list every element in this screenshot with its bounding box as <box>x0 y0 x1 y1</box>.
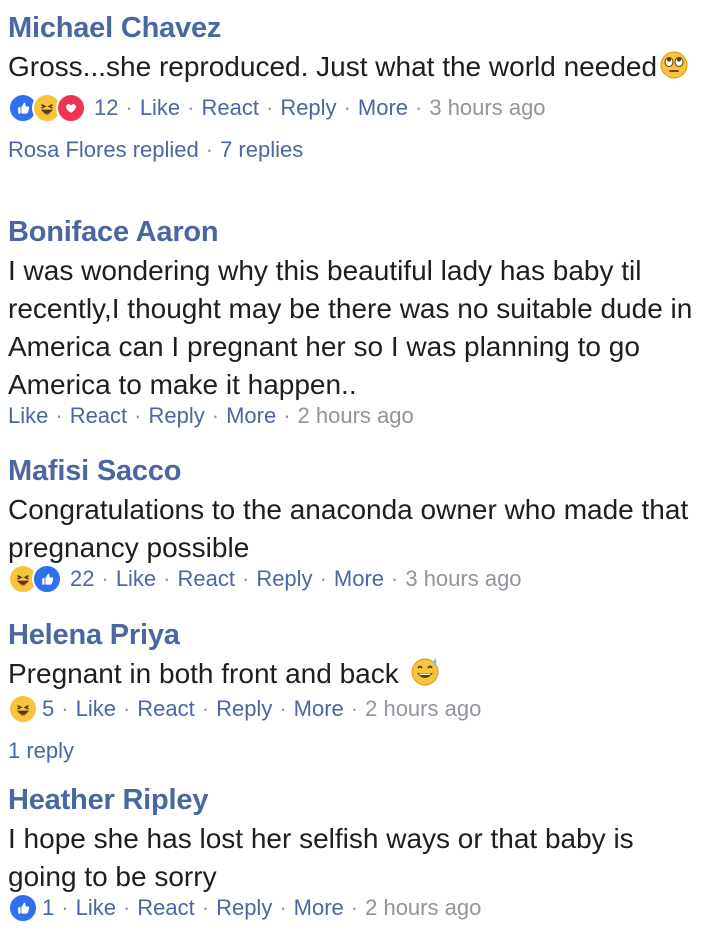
reply-link[interactable]: Reply <box>256 563 312 595</box>
react-link[interactable]: React <box>70 400 127 432</box>
separator: · <box>211 403 220 428</box>
more-link[interactable]: More <box>358 92 408 124</box>
comment-meta: Like · React · Reply · More · 2 hours ag… <box>8 400 708 432</box>
reply-link[interactable]: Reply <box>149 400 205 432</box>
reaction-icons[interactable] <box>8 564 62 594</box>
separator: · <box>61 895 69 920</box>
comment-text: Congratulations to the anaconda owner wh… <box>8 494 697 563</box>
like-link[interactable]: Like <box>76 693 116 725</box>
like-link[interactable]: Like <box>116 563 156 595</box>
separator: · <box>101 566 109 591</box>
comment-meta: 12 · Like · React · Reply · More · 3 hou… <box>8 92 708 124</box>
timestamp[interactable]: 3 hours ago <box>429 92 545 124</box>
reaction-icons[interactable] <box>8 893 38 923</box>
more-link[interactable]: More <box>226 400 276 432</box>
like-link[interactable]: Like <box>140 92 180 124</box>
comment: Michael Chavez Gross...she reproduced. J… <box>8 10 708 166</box>
like-reaction-icon <box>8 893 38 923</box>
comment-text: I hope she has lost her selfish ways or … <box>8 823 642 892</box>
separator: · <box>134 403 142 428</box>
eye-roll-emoji-icon <box>659 50 689 90</box>
separator: · <box>415 95 423 120</box>
more-link[interactable]: More <box>294 693 344 725</box>
comment-meta: 5 · Like · React · Reply · More · 2 hour… <box>8 693 708 725</box>
more-link[interactable]: More <box>294 892 344 924</box>
separator: · <box>391 566 399 591</box>
separator: · <box>241 566 250 591</box>
like-reaction-icon <box>32 564 62 594</box>
timestamp[interactable]: 2 hours ago <box>298 400 414 432</box>
separator: · <box>350 696 359 721</box>
comment-author[interactable]: Michael Chavez <box>8 10 708 46</box>
reply-link[interactable]: Reply <box>216 892 272 924</box>
react-link[interactable]: React <box>137 693 194 725</box>
comment-author[interactable]: Mafisi Sacco <box>8 453 708 489</box>
reaction-count[interactable]: 12 <box>94 92 118 124</box>
reply-link[interactable]: Reply <box>216 693 272 725</box>
comment-author[interactable]: Helena Priya <box>8 617 708 653</box>
timestamp[interactable]: 3 hours ago <box>405 563 521 595</box>
comment-text: I was wondering why this beautiful lady … <box>8 255 699 400</box>
comment-meta: 22 · Like · React · Reply · More · 3 hou… <box>8 563 708 595</box>
separator: · <box>201 895 210 920</box>
love-reaction-icon <box>56 93 86 123</box>
timestamp[interactable]: 2 hours ago <box>365 693 481 725</box>
separator: · <box>163 566 171 591</box>
separator: · <box>205 137 214 162</box>
separator: · <box>125 95 133 120</box>
comment: Mafisi Sacco Congratulations to the anac… <box>8 453 708 595</box>
separator: · <box>61 696 69 721</box>
reaction-icons[interactable] <box>8 694 38 724</box>
separator: · <box>319 566 327 591</box>
timestamp[interactable]: 2 hours ago <box>365 892 481 924</box>
replied-by[interactable]: Rosa Flores replied <box>8 137 199 162</box>
more-link[interactable]: More <box>334 563 384 595</box>
separator: · <box>201 696 210 721</box>
separator: · <box>122 696 131 721</box>
separator: · <box>279 696 287 721</box>
comment-author[interactable]: Heather Ripley <box>8 782 708 818</box>
react-link[interactable]: React <box>137 892 194 924</box>
comment-text-body: Gross...she reproduced. Just what the wo… <box>8 51 658 82</box>
separator: · <box>283 403 291 428</box>
comment: Helena Priya Pregnant in both front and … <box>8 617 708 767</box>
like-link[interactable]: Like <box>8 400 48 432</box>
react-link[interactable]: React <box>202 92 259 124</box>
separator: · <box>122 895 131 920</box>
react-link[interactable]: React <box>178 563 235 595</box>
comment: Heather Ripley I hope she has lost her s… <box>8 782 708 924</box>
replies-link[interactable]: Rosa Flores replied · 7 replies <box>8 134 708 166</box>
replies-link[interactable]: 1 reply <box>8 735 708 767</box>
comment-text: Pregnant in both front and back <box>8 655 708 697</box>
reply-link[interactable]: Reply <box>280 92 336 124</box>
separator: · <box>265 95 274 120</box>
reaction-icons[interactable] <box>8 93 86 123</box>
sweat-smile-emoji-icon <box>409 655 441 697</box>
comment-text: Gross...she reproduced. Just what the wo… <box>8 48 708 90</box>
separator: · <box>350 895 359 920</box>
reaction-count[interactable]: 22 <box>70 563 94 595</box>
separator: · <box>279 895 287 920</box>
reaction-count[interactable]: 5 <box>42 693 54 725</box>
separator: · <box>187 95 195 120</box>
like-link[interactable]: Like <box>76 892 116 924</box>
replies-count[interactable]: 1 reply <box>8 738 74 763</box>
comment-meta: 1 · Like · React · Reply · More · 2 hour… <box>8 892 708 924</box>
replies-count[interactable]: 7 replies <box>220 137 303 162</box>
reaction-count[interactable]: 1 <box>42 892 54 924</box>
separator: · <box>343 95 351 120</box>
comment: Boniface Aaron I was wondering why this … <box>8 214 708 432</box>
comment-text-body: Pregnant in both front and back <box>8 658 399 689</box>
comment-author[interactable]: Boniface Aaron <box>8 214 708 250</box>
separator: · <box>55 403 63 428</box>
haha-reaction-icon <box>8 694 38 724</box>
